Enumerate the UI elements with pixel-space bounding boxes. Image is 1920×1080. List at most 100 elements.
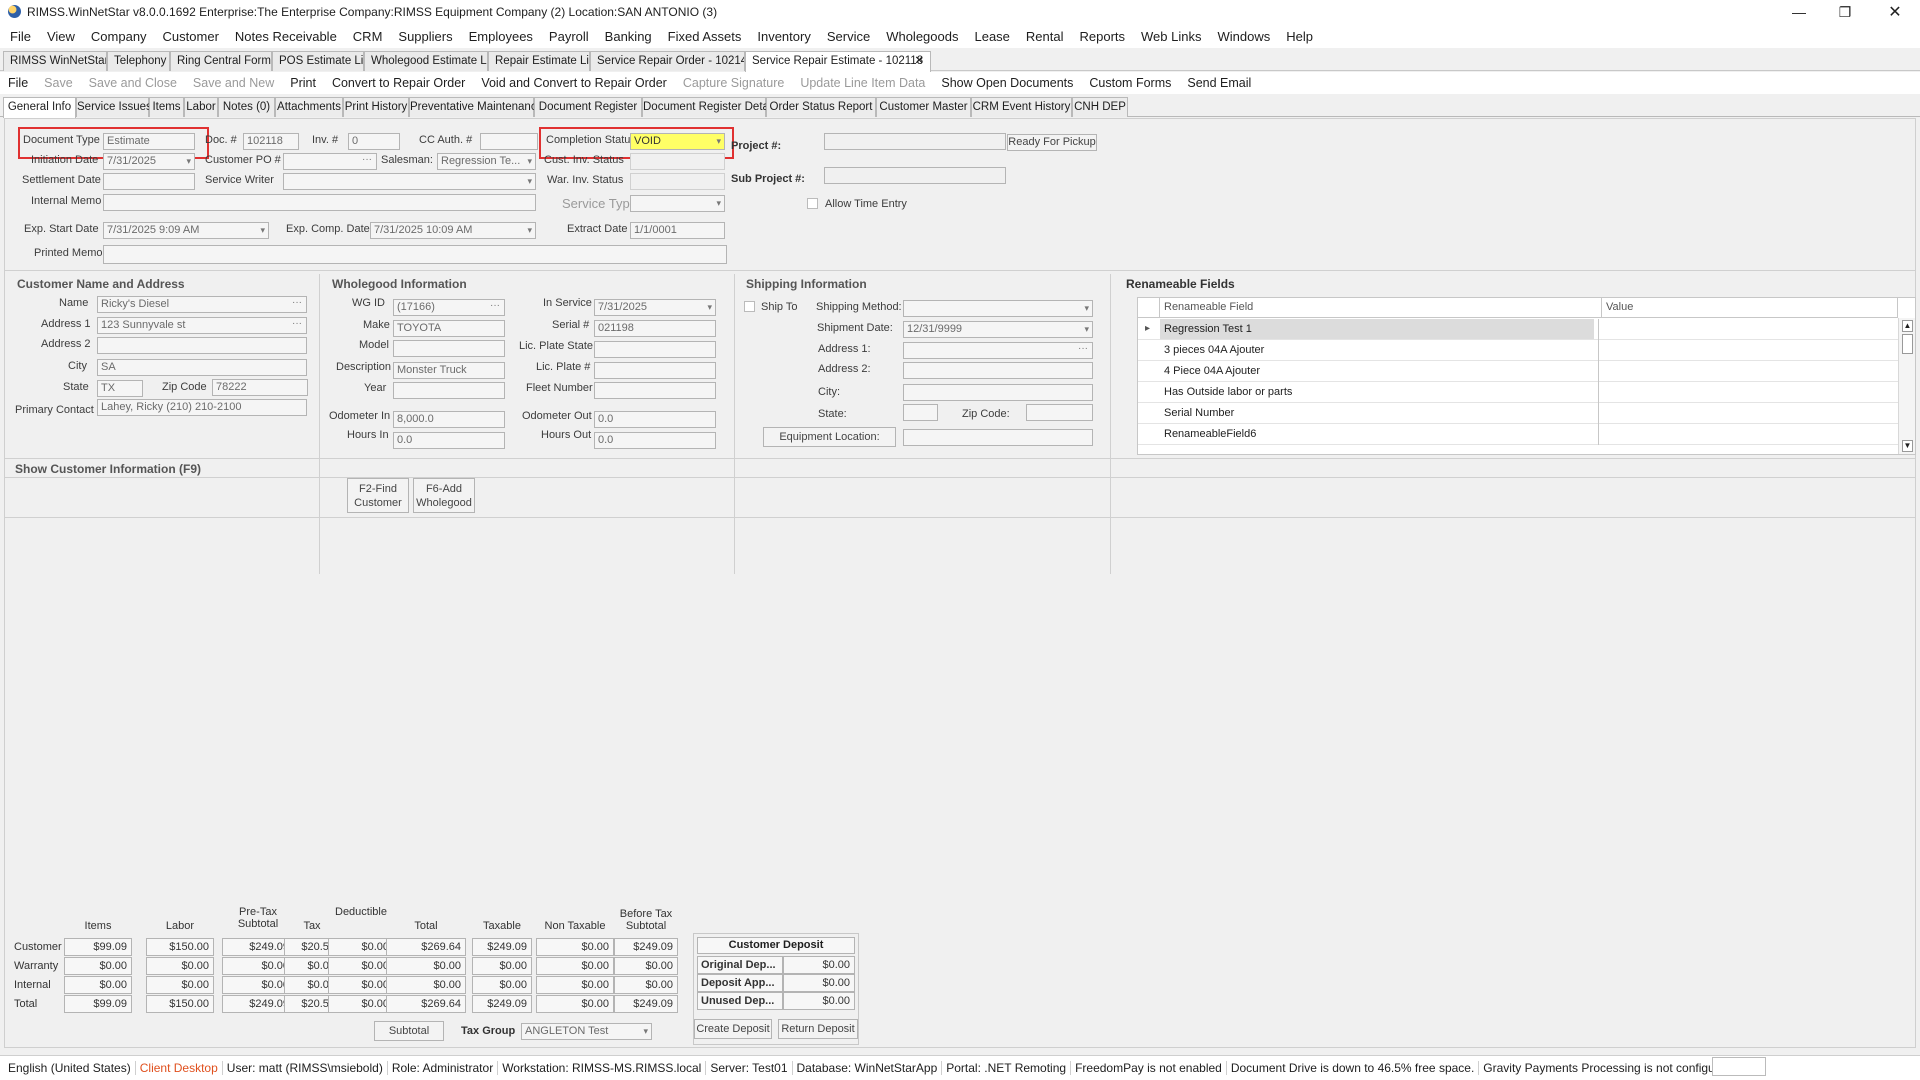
doc-number-field[interactable]: 102118 xyxy=(243,133,299,150)
make-field[interactable]: TOYOTA xyxy=(393,320,505,337)
toolbar-save-and-close-button[interactable]: Save and Close xyxy=(81,76,185,90)
create-deposit-button[interactable]: Create Deposit xyxy=(694,1019,772,1039)
doc-tab-telephony[interactable]: Telephony xyxy=(107,51,170,71)
inv-number-field[interactable]: 0 xyxy=(348,133,400,150)
column-header-value[interactable]: Value xyxy=(1602,298,1898,318)
show-customer-info-toggle[interactable]: Show Customer Information (F9) xyxy=(15,462,201,476)
customer-name-field[interactable]: Ricky's Diesel xyxy=(97,296,307,313)
initiation-date-field[interactable]: 7/31/2025 xyxy=(103,153,195,170)
ship-to-checkbox[interactable] xyxy=(744,301,755,312)
state-field[interactable]: TX xyxy=(97,380,143,397)
tab-document-register[interactable]: Document Register xyxy=(534,97,642,117)
doc-tab-wholegood-estimate-list[interactable]: Wholegood Estimate List xyxy=(364,51,488,71)
serial-field[interactable]: 021198 xyxy=(594,320,716,337)
settlement-date-field[interactable] xyxy=(103,173,195,190)
tab-service-issues[interactable]: Service Issues xyxy=(76,97,152,117)
menu-payroll[interactable]: Payroll xyxy=(541,29,597,44)
year-field[interactable] xyxy=(393,382,505,399)
internal-memo-field[interactable] xyxy=(103,194,536,211)
status-input[interactable] xyxy=(1712,1057,1766,1076)
odometer-in-field[interactable]: 8,000.0 xyxy=(393,411,505,428)
menu-suppliers[interactable]: Suppliers xyxy=(390,29,460,44)
toolbar-print-button[interactable]: Print xyxy=(282,76,324,90)
tab-attachments[interactable]: Attachments xyxy=(275,97,343,117)
add-wholegood-button[interactable]: F6-Add Wholegood xyxy=(413,478,475,513)
doc-tab-ring-central-form[interactable]: Ring Central Form xyxy=(170,51,272,71)
toolbar-void-and-convert-to-repair-order-button[interactable]: Void and Convert to Repair Order xyxy=(473,76,675,90)
extract-date-field[interactable]: 1/1/0001 xyxy=(630,222,725,239)
ship-address2-field[interactable] xyxy=(903,362,1093,379)
tab-print-history[interactable]: Print History xyxy=(343,97,409,117)
customer-po-field[interactable] xyxy=(283,153,377,170)
menu-wholegoods[interactable]: Wholegoods xyxy=(878,29,966,44)
lic-plate-state-field[interactable] xyxy=(594,341,716,358)
menu-fixed-assets[interactable]: Fixed Assets xyxy=(660,29,750,44)
grid-row[interactable]: Has Outside labor or parts xyxy=(1138,382,1898,403)
column-header-field[interactable]: Renameable Field xyxy=(1160,298,1602,318)
shipping-method-dropdown[interactable] xyxy=(903,300,1093,317)
hours-out-field[interactable]: 0.0 xyxy=(594,432,716,449)
toolbar-file-button[interactable]: File xyxy=(0,76,36,90)
hours-in-field[interactable]: 0.0 xyxy=(393,432,505,449)
printed-memo-field[interactable] xyxy=(103,245,727,264)
renameable-value-cell[interactable] xyxy=(1598,361,1898,382)
tab-cnh-dep[interactable]: CNH DEP xyxy=(1072,97,1128,117)
menu-reports[interactable]: Reports xyxy=(1071,29,1133,44)
menu-customer[interactable]: Customer xyxy=(155,29,227,44)
scroll-thumb[interactable] xyxy=(1902,334,1913,354)
tab-document-register-detail[interactable]: Document Register Detail xyxy=(642,97,774,117)
menu-windows[interactable]: Windows xyxy=(1209,29,1278,44)
shipment-date-field[interactable]: 12/31/9999 xyxy=(903,321,1093,338)
tab-customer-master[interactable]: Customer Master xyxy=(876,97,971,117)
menu-notes-receivable[interactable]: Notes Receivable xyxy=(227,29,345,44)
scroll-up-icon[interactable]: ▲ xyxy=(1902,320,1913,332)
zip-code-field[interactable]: 78222 xyxy=(212,379,308,396)
renameable-value-cell[interactable] xyxy=(1598,424,1898,445)
sub-project-field[interactable] xyxy=(824,167,1006,184)
tab-items[interactable]: Items xyxy=(149,97,184,117)
ship-zip-field[interactable] xyxy=(1026,404,1093,421)
ship-state-field[interactable] xyxy=(903,404,938,421)
address1-field[interactable]: 123 Sunnyvale st xyxy=(97,317,307,334)
city-field[interactable]: SA xyxy=(97,359,307,376)
address2-field[interactable] xyxy=(97,337,307,354)
menu-company[interactable]: Company xyxy=(83,29,155,44)
menu-crm[interactable]: CRM xyxy=(345,29,391,44)
minimize-icon[interactable]: — xyxy=(1776,0,1822,24)
toolbar-save-and-new-button[interactable]: Save and New xyxy=(185,76,282,90)
menu-employees[interactable]: Employees xyxy=(461,29,541,44)
tab-order-status-report[interactable]: Order Status Report xyxy=(766,97,876,117)
grid-row[interactable]: Serial Number xyxy=(1138,403,1898,424)
tab-notes-0[interactable]: Notes (0) xyxy=(218,97,275,117)
toolbar-send-email-button[interactable]: Send Email xyxy=(1179,76,1259,90)
menu-rental[interactable]: Rental xyxy=(1018,29,1072,44)
tab-labor[interactable]: Labor xyxy=(184,97,218,117)
menu-banking[interactable]: Banking xyxy=(597,29,660,44)
cc-auth-field[interactable] xyxy=(480,133,538,150)
renameable-value-cell[interactable] xyxy=(1598,403,1898,424)
menu-file[interactable]: File xyxy=(2,29,39,44)
lic-plate-field[interactable] xyxy=(594,362,716,379)
menu-service[interactable]: Service xyxy=(819,29,878,44)
find-customer-button[interactable]: F2-Find Customer xyxy=(347,478,409,513)
toolbar-show-open-documents-button[interactable]: Show Open Documents xyxy=(933,76,1081,90)
menu-web-links[interactable]: Web Links xyxy=(1133,29,1209,44)
wg-id-field[interactable]: (17166) xyxy=(393,299,505,316)
in-service-field[interactable]: 7/31/2025 xyxy=(594,299,716,316)
renameable-value-cell[interactable] xyxy=(1598,340,1898,361)
menu-help[interactable]: Help xyxy=(1278,29,1321,44)
close-tab-icon[interactable]: ✕ xyxy=(914,52,924,70)
grid-row[interactable]: RenameableField6 xyxy=(1138,424,1898,445)
model-field[interactable] xyxy=(393,340,505,357)
toolbar-convert-to-repair-order-button[interactable]: Convert to Repair Order xyxy=(324,76,473,90)
project-field[interactable] xyxy=(824,133,1006,150)
exp-comp-date-field[interactable]: 7/31/2025 10:09 AM xyxy=(370,222,536,239)
renameable-value-cell[interactable] xyxy=(1598,382,1898,403)
grid-row[interactable]: ▸ Regression Test 1 xyxy=(1138,319,1898,340)
close-icon[interactable]: ✕ xyxy=(1872,0,1918,24)
toolbar-save-button[interactable]: Save xyxy=(36,76,81,90)
equipment-location-button[interactable]: Equipment Location: xyxy=(763,427,896,447)
tab-general-info[interactable]: General Info xyxy=(3,97,76,118)
menu-view[interactable]: View xyxy=(39,29,83,44)
grid-row[interactable]: 3 pieces 04A Ajouter xyxy=(1138,340,1898,361)
